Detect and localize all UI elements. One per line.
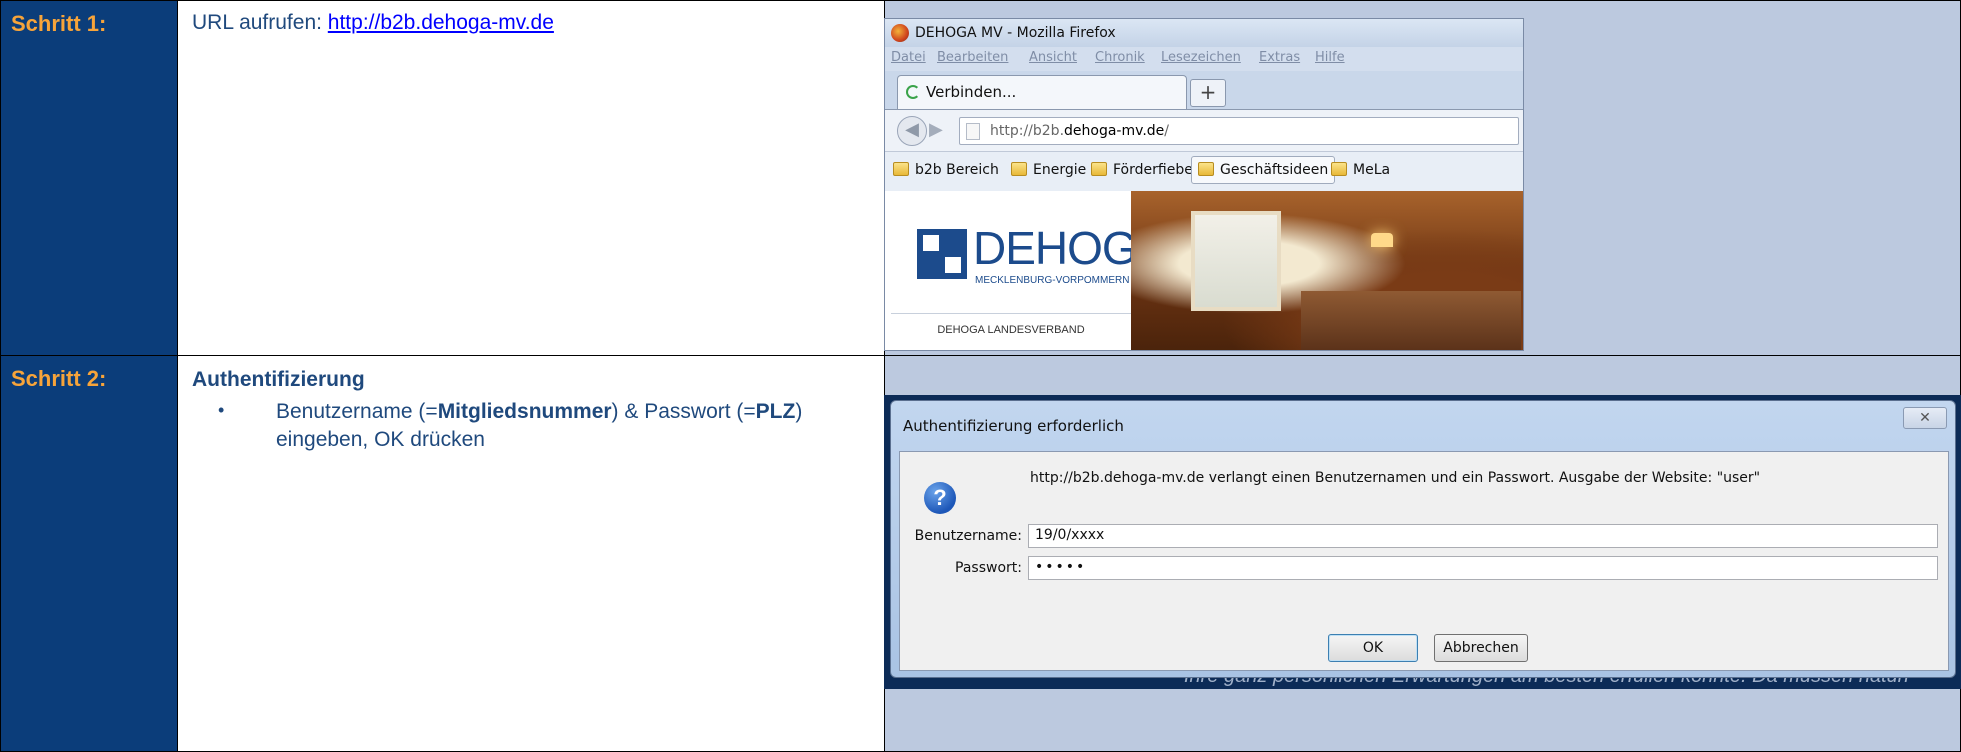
room-bed (1301, 291, 1521, 350)
ff-navbar: ◀ ▶ http://b2b.dehoga-mv.de/ (885, 109, 1523, 151)
folder-icon (1331, 162, 1347, 176)
auth-dialog: Authentifizierung erforderlich ✕ ? http:… (890, 400, 1956, 678)
ff-tab-label: Verbinden... (926, 83, 1017, 101)
bookmark-label: Energie (1033, 162, 1087, 178)
dehoga-logo-footer: DEHOGA LANDESVERBAND (891, 313, 1131, 350)
menu-chronik[interactable]: Chronik (1095, 50, 1145, 65)
bookmark-label: b2b Bereich (915, 162, 999, 178)
ff-tab[interactable]: Verbinden... (897, 75, 1187, 109)
bookmark-foerderfiebel[interactable]: Förderfiebel (1091, 162, 1197, 178)
page-icon (966, 123, 980, 140)
step2-label: Schritt 2: (11, 366, 107, 391)
forward-arrow-icon[interactable]: ▶ (929, 119, 943, 140)
bookmark-b2b-bereich[interactable]: b2b Bereich (893, 162, 999, 178)
step1-text: URL aufrufen: (192, 11, 328, 34)
question-icon: ? (924, 482, 956, 514)
step2-text-cell: Authentifizierung • Benutzername (=Mitgl… (177, 355, 885, 752)
cancel-button[interactable]: Abbrechen (1434, 634, 1528, 662)
address-domain: dehoga-mv.de (1064, 123, 1165, 139)
bookmarks-bar: b2b Bereich Energie Förderfiebel Geschäf… (885, 151, 1523, 191)
folder-icon (1198, 162, 1214, 176)
bookmark-label: Geschäftsideen (1220, 162, 1329, 178)
firefox-logo-icon (891, 24, 909, 42)
room-lamp (1371, 233, 1393, 247)
bookmark-geschaeftsideen[interactable]: Geschäftsideen (1191, 156, 1336, 184)
menu-hilfe[interactable]: Hilfe (1315, 50, 1345, 65)
bullet-text-2: ) & Passwort (= (611, 400, 756, 423)
new-tab-button[interactable]: + (1190, 79, 1226, 107)
folder-icon (893, 162, 909, 176)
auth-dialog-title: Authentifizierung erforderlich (903, 417, 1124, 435)
password-input[interactable]: ••••• (1028, 556, 1938, 580)
menu-bearbeiten[interactable]: Bearbeiten (937, 50, 1008, 65)
menu-extras[interactable]: Extras (1259, 50, 1300, 65)
menu-lesezeichen[interactable]: Lesezeichen (1161, 50, 1241, 65)
ff-window-title: DEHOGA MV - Mozilla Firefox (915, 25, 1116, 41)
step2-label-cell: Schritt 2: (0, 355, 178, 752)
room-window (1191, 211, 1281, 311)
ff-titlebar: DEHOGA MV - Mozilla Firefox (885, 19, 1523, 47)
password-label: Passwort: (955, 560, 1022, 576)
bookmark-label: Förderfiebel (1113, 162, 1197, 178)
bookmark-energie[interactable]: Energie (1011, 162, 1086, 178)
close-icon[interactable]: ✕ (1903, 407, 1947, 429)
folder-icon (1011, 162, 1027, 176)
step1-text-cell: URL aufrufen: http://b2b.dehoga-mv.de (177, 0, 885, 356)
dehoga-logo: DEHOGA MECKLENBURG-VORPOMMERN DEHOGA LAN… (891, 195, 1167, 350)
bullet-bold-member-number: Mitgliedsnummer (437, 400, 612, 423)
address-bar[interactable]: http://b2b.dehoga-mv.de/ (959, 117, 1519, 145)
page-content: DEHOGA MECKLENBURG-VORPOMMERN DEHOGA LAN… (885, 191, 1523, 350)
step2-bullet-text: Benutzername (=Mitgliedsnummer) & Passwo… (276, 398, 876, 454)
step1-instruction: URL aufrufen: http://b2b.dehoga-mv.de (192, 11, 554, 35)
bullet-dot: • (218, 400, 225, 420)
dehoga-logo-icon (917, 229, 967, 279)
bullet-bold-plz: PLZ (755, 400, 796, 423)
step1-url-link[interactable]: http://b2b.dehoga-mv.de (328, 11, 554, 34)
step1-label: Schritt 1: (11, 11, 107, 36)
auth-dialog-body: ? http://b2b.dehoga-mv.de verlangt einen… (899, 451, 1949, 671)
bookmark-mela[interactable]: MeLa (1331, 162, 1390, 178)
ff-menubar: Datei Bearbeiten Ansicht Chronik Lesezei… (885, 47, 1523, 71)
address-suffix: / (1164, 123, 1169, 139)
step2-heading: Authentifizierung (192, 368, 365, 391)
username-label: Benutzername: (914, 528, 1022, 544)
loading-spinner-icon (906, 85, 920, 99)
folder-icon (1091, 162, 1107, 176)
menu-ansicht[interactable]: Ansicht (1029, 50, 1077, 65)
bullet-text-1: Benutzername (= (276, 400, 438, 423)
step1-label-cell: Schritt 1: (0, 0, 178, 356)
hotel-room-photo (1131, 191, 1523, 350)
address-prefix: http://b2b. (990, 123, 1065, 139)
username-input[interactable]: 19/0/xxxx (1028, 524, 1938, 548)
auth-message: http://b2b.dehoga-mv.de verlangt einen B… (1030, 470, 1761, 486)
dehoga-logo-region: MECKLENBURG-VORPOMMERN (975, 275, 1130, 286)
bookmark-label: MeLa (1353, 162, 1391, 178)
firefox-screenshot: DEHOGA MV - Mozilla Firefox Datei Bearbe… (884, 18, 1524, 351)
ok-button[interactable]: OK (1328, 634, 1418, 662)
menu-datei[interactable]: Datei (891, 50, 926, 65)
address-text: http://b2b.dehoga-mv.de/ (990, 123, 1169, 139)
back-arrow-icon[interactable]: ◀ (897, 116, 927, 146)
